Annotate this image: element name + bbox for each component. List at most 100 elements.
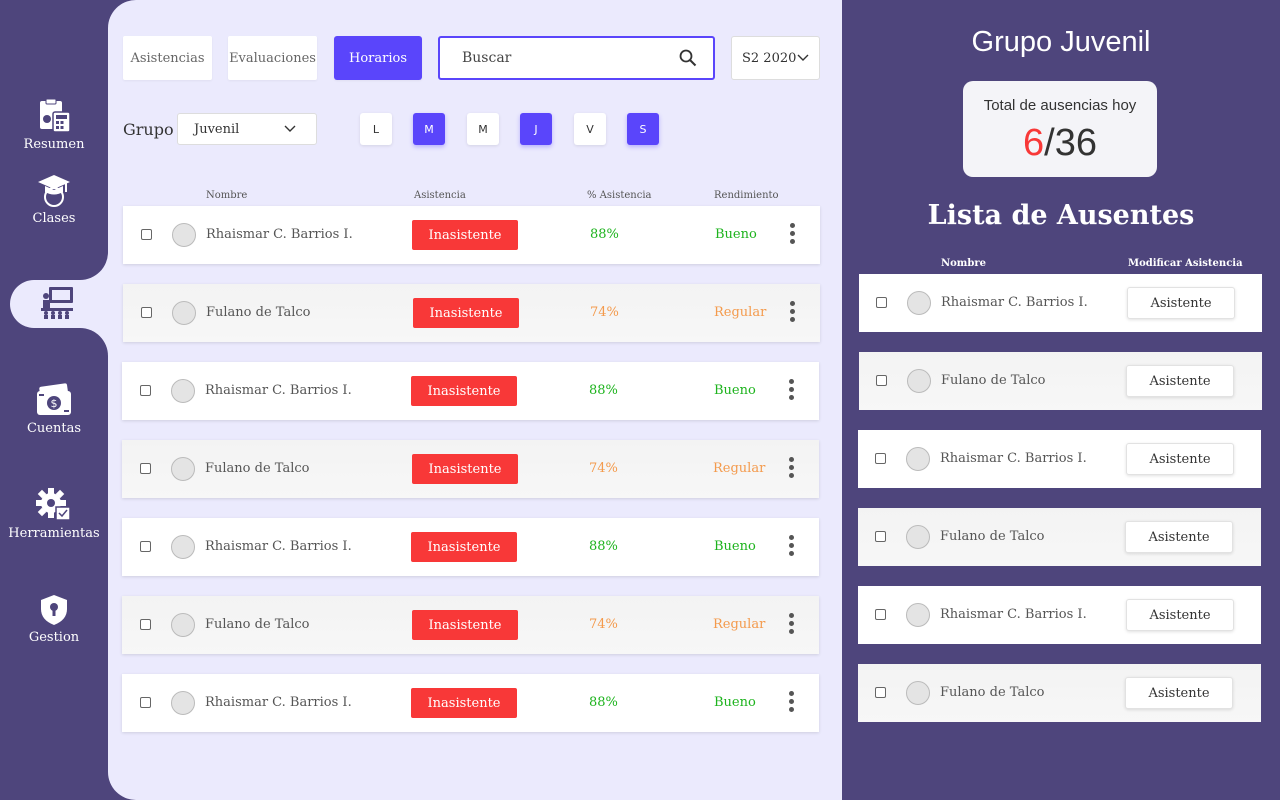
- student-name: Fulano de Talco: [940, 529, 1045, 544]
- gear-icon: [36, 488, 71, 521]
- mark-present-button[interactable]: Asistente: [1125, 521, 1233, 553]
- sidebar-item-clases[interactable]: Clases: [0, 173, 108, 226]
- sidebar-item-herramientas[interactable]: Herramientas: [0, 488, 108, 541]
- row-checkbox[interactable]: [875, 453, 886, 464]
- row-checkbox[interactable]: [140, 619, 151, 630]
- attendance-percent: 74%: [589, 617, 618, 632]
- avatar: [907, 291, 931, 315]
- table-row: Rhaismar C. Barrios I. Inasistente 88% B…: [122, 674, 819, 732]
- avatar: [906, 681, 930, 705]
- performance-label: Bueno: [714, 539, 756, 554]
- student-name: Rhaismar C. Barrios I.: [205, 539, 352, 554]
- avatar: [906, 603, 930, 627]
- row-checkbox[interactable]: [140, 541, 151, 552]
- performance-label: Regular: [714, 305, 767, 320]
- student-name: Rhaismar C. Barrios I.: [941, 295, 1088, 310]
- attendance-status-button[interactable]: Inasistente: [412, 220, 518, 250]
- student-name: Fulano de Talco: [206, 305, 311, 320]
- attendance-status-button[interactable]: Inasistente: [412, 454, 518, 484]
- mark-present-button[interactable]: Asistente: [1126, 365, 1234, 397]
- attendance-percent: 88%: [590, 227, 619, 242]
- tab-asistencias[interactable]: Asistencias: [123, 36, 212, 80]
- row-checkbox[interactable]: [140, 463, 151, 474]
- row-checkbox[interactable]: [141, 307, 152, 318]
- performance-label: Regular: [713, 617, 766, 632]
- absence-separator: /: [1044, 122, 1055, 164]
- more-options-icon[interactable]: [789, 301, 795, 325]
- sidebar-item-resumen[interactable]: Resumen: [0, 99, 108, 152]
- group-select[interactable]: Juvenil: [177, 113, 317, 145]
- day-toggle-martes[interactable]: M: [413, 113, 445, 145]
- day-toggle-sabado[interactable]: S: [627, 113, 659, 145]
- list-item: Rhaismar C. Barrios I. Asistente: [859, 274, 1262, 332]
- search-input[interactable]: Buscar: [438, 36, 715, 80]
- row-checkbox[interactable]: [875, 687, 886, 698]
- day-toggle-miercoles[interactable]: M: [467, 113, 499, 145]
- search-placeholder: Buscar: [462, 50, 512, 66]
- more-options-icon[interactable]: [788, 535, 794, 559]
- attendance-status-button[interactable]: Inasistente: [412, 610, 518, 640]
- row-checkbox[interactable]: [875, 609, 886, 620]
- row-checkbox[interactable]: [876, 375, 887, 386]
- table-row: Rhaismar C. Barrios I. Inasistente 88% B…: [123, 206, 820, 264]
- student-name: Fulano de Talco: [205, 461, 310, 476]
- attendance-status-button[interactable]: Inasistente: [411, 376, 517, 406]
- column-header-asistencia: Asistencia: [414, 190, 466, 201]
- column-header-rendimiento: Rendimiento: [714, 190, 779, 201]
- row-checkbox[interactable]: [140, 385, 151, 396]
- tab-horarios[interactable]: Horarios: [334, 36, 422, 80]
- list-item: Fulano de Talco Asistente: [858, 664, 1261, 722]
- row-checkbox[interactable]: [140, 697, 151, 708]
- attendance-status-button[interactable]: Inasistente: [413, 298, 519, 328]
- more-options-icon[interactable]: [788, 379, 794, 403]
- student-name: Fulano de Talco: [940, 685, 1045, 700]
- performance-label: Regular: [713, 461, 766, 476]
- more-options-icon[interactable]: [788, 691, 794, 715]
- group-label: Grupo: [123, 120, 174, 139]
- avatar: [906, 447, 930, 471]
- svg-text:$: $: [51, 397, 58, 410]
- row-checkbox[interactable]: [141, 229, 152, 240]
- attendance-status-button[interactable]: Inasistente: [411, 688, 517, 718]
- avatar: [171, 535, 195, 559]
- mark-present-button[interactable]: Asistente: [1126, 599, 1234, 631]
- sidebar-item-gestion[interactable]: Gestion: [0, 594, 108, 645]
- list-item: Fulano de Talco Asistente: [858, 508, 1261, 566]
- student-name: Rhaismar C. Barrios I.: [205, 695, 352, 710]
- student-name: Rhaismar C. Barrios I.: [206, 227, 353, 242]
- day-toggle-jueves[interactable]: J: [520, 113, 552, 145]
- more-options-icon[interactable]: [788, 613, 794, 637]
- chevron-down-icon: [797, 54, 809, 61]
- semester-select[interactable]: S2 2020: [731, 36, 820, 80]
- avatar: [172, 223, 196, 247]
- group-value: Juvenil: [194, 121, 240, 137]
- sidebar-item-active[interactable]: [40, 286, 74, 324]
- day-toggle-viernes[interactable]: V: [574, 113, 606, 145]
- table-row: Rhaismar C. Barrios I. Inasistente 88% B…: [122, 362, 819, 420]
- search-icon[interactable]: [679, 49, 697, 67]
- attendance-status-button[interactable]: Inasistente: [411, 532, 517, 562]
- list-item: Rhaismar C. Barrios I. Asistente: [858, 586, 1261, 644]
- mark-present-button[interactable]: Asistente: [1125, 677, 1233, 709]
- shield-icon: [41, 595, 67, 625]
- student-name: Rhaismar C. Barrios I.: [205, 383, 352, 398]
- row-checkbox[interactable]: [876, 297, 887, 308]
- absence-count: 6/36: [963, 122, 1157, 165]
- sidebar-item-label: Gestion: [28, 630, 80, 645]
- table-row: Rhaismar C. Barrios I. Inasistente 88% B…: [122, 518, 819, 576]
- more-options-icon[interactable]: [789, 223, 795, 247]
- sidebar-item-cuentas[interactable]: $ Cuentas: [0, 383, 108, 436]
- tab-evaluaciones[interactable]: Evaluaciones: [228, 36, 317, 80]
- avatar: [906, 525, 930, 549]
- row-checkbox[interactable]: [875, 531, 886, 542]
- performance-label: Bueno: [715, 227, 757, 242]
- day-toggle-lunes[interactable]: L: [360, 113, 392, 145]
- more-options-icon[interactable]: [788, 457, 794, 481]
- attendance-percent: 88%: [589, 383, 618, 398]
- mark-present-button[interactable]: Asistente: [1127, 287, 1235, 319]
- student-name: Fulano de Talco: [941, 373, 1046, 388]
- mark-present-button[interactable]: Asistente: [1126, 443, 1234, 475]
- money-icon: $: [37, 383, 71, 415]
- performance-label: Bueno: [714, 383, 756, 398]
- classroom-icon: [41, 287, 73, 319]
